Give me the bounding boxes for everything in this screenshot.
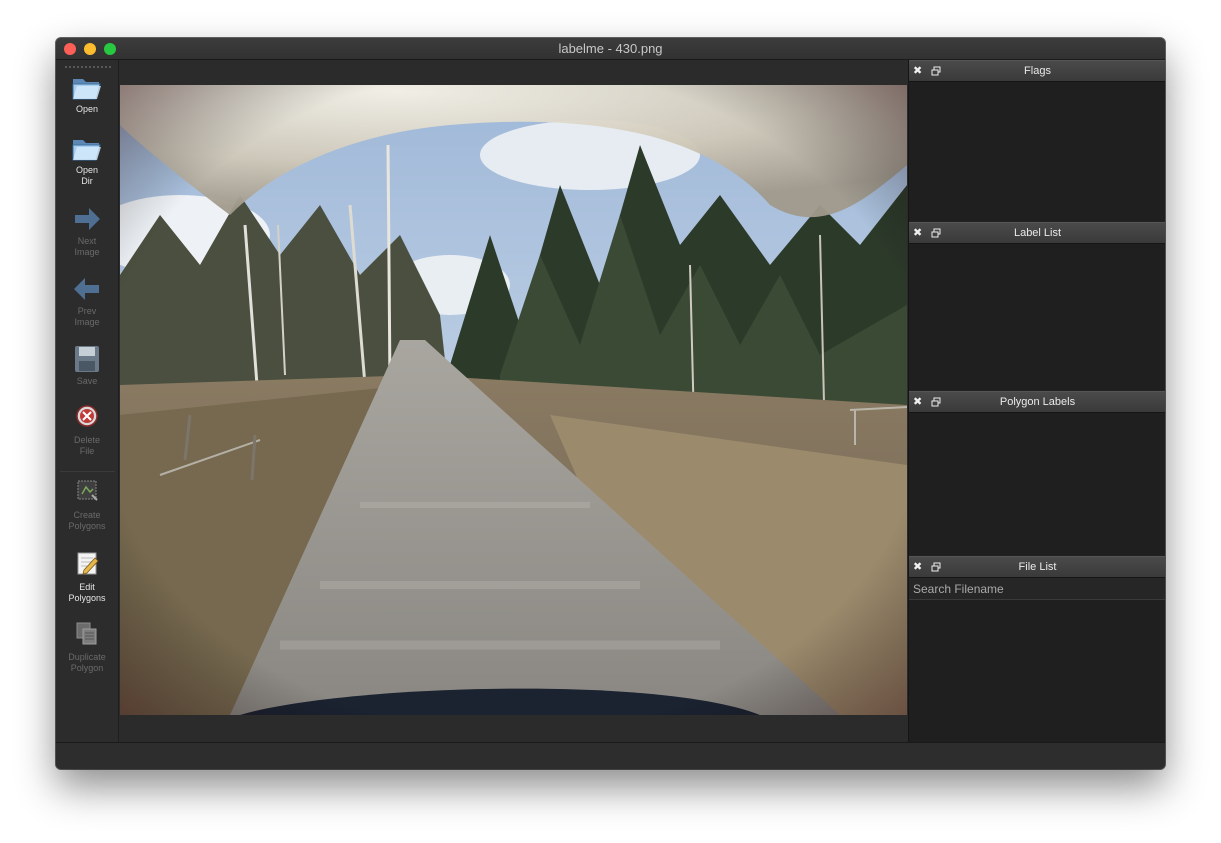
toolbar-separator <box>60 471 115 472</box>
road-photo[interactable] <box>120 85 907 715</box>
open-button[interactable]: Open <box>56 72 118 115</box>
delete-icon <box>76 405 98 427</box>
prev-image-label: Prev Image <box>74 306 100 327</box>
delete-file-button[interactable]: Delete File <box>56 403 118 457</box>
toolbar-grip[interactable] <box>64 66 111 68</box>
edit-polygons-label: Edit Polygons <box>68 582 106 603</box>
duplicate-polygon-button[interactable]: Duplicate Polygon <box>56 620 118 674</box>
polygon-labels-header: ✖ Polygon Labels <box>909 391 1165 413</box>
image-canvas[interactable] <box>119 60 909 742</box>
open-label: Open <box>75 104 99 114</box>
delete-file-label: Delete File <box>73 435 100 456</box>
label-list-header: ✖ Label List <box>909 222 1165 244</box>
arrow-right-icon <box>75 208 100 230</box>
open-dir-label: Open Dir <box>75 165 99 186</box>
save-icon <box>75 346 99 372</box>
tool-bar: Open Open Dir Next Image Prev Image Save… <box>56 60 119 759</box>
window-title: labelme - 430.png <box>558 41 663 56</box>
app-window: labelme - 430.png Open Open Dir Next Ima… <box>56 38 1165 769</box>
polygon-labels-panel: ✖ Polygon Labels <box>909 391 1165 555</box>
next-image-button[interactable]: Next Image <box>56 204 118 258</box>
flags-title: Flags <box>1024 65 1051 77</box>
polygon-icon <box>77 480 98 501</box>
right-dock: ✖ Flags ✖ Label List ✖ Polygon Labels ✖ … <box>908 60 1165 742</box>
search-filename-input[interactable] <box>909 578 1165 600</box>
duplicate-polygon-label: Duplicate Polygon <box>68 652 106 673</box>
folder-open-icon <box>72 140 101 161</box>
file-list-title: File List <box>1018 561 1057 573</box>
arrow-left-icon <box>74 278 99 300</box>
file-list-header: ✖ File List <box>909 556 1165 578</box>
polygon-labels-title: Polygon Labels <box>999 396 1076 408</box>
status-bar <box>56 742 1165 769</box>
next-image-label: Next Image <box>74 236 100 257</box>
create-polygons-button[interactable]: Create Polygons <box>56 478 118 532</box>
open-dir-button[interactable]: Open Dir <box>56 133 118 187</box>
duplicate-icon <box>76 622 97 645</box>
save-label: Save <box>76 376 98 386</box>
file-list-panel: ✖ File List <box>909 556 1165 742</box>
flags-panel: ✖ Flags <box>909 60 1165 221</box>
label-list-title: Label List <box>1013 227 1062 239</box>
save-button[interactable]: Save <box>56 344 118 387</box>
edit-icon <box>77 552 99 575</box>
create-polygons-label: Create Polygons <box>68 510 106 531</box>
label-list-panel: ✖ Label List <box>909 222 1165 390</box>
title-bar: labelme - 430.png <box>56 38 1165 60</box>
folder-open-icon <box>72 79 101 100</box>
flags-panel-header: ✖ Flags <box>909 60 1165 82</box>
prev-image-button[interactable]: Prev Image <box>56 274 118 328</box>
edit-polygons-button[interactable]: Edit Polygons <box>56 550 118 604</box>
